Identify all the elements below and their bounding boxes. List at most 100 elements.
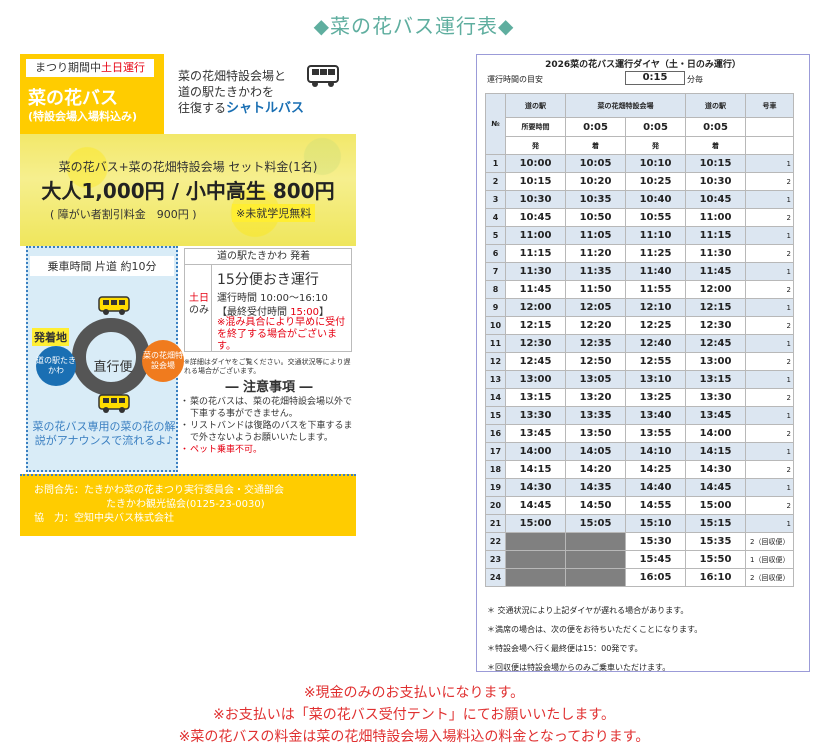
arrive-time: 13:45 <box>685 406 746 425</box>
bus-number: 1 <box>745 334 794 353</box>
flyer-title-block: まつり期間中土日運行 菜の花バス (特設会場入場料込み) <box>20 54 164 134</box>
table-row: 15 13:30 13:35 13:40 13:45 1 <box>485 406 794 425</box>
arrive-time: 12:00 <box>685 280 746 299</box>
arrive-time: 13:35 <box>565 406 626 425</box>
depart-time: 13:40 <box>625 406 686 425</box>
arrive-time: 12:15 <box>685 298 746 317</box>
bus-number: 2 <box>745 496 794 515</box>
ride-time: 乗車時間 片道 約10分 <box>30 256 174 276</box>
arrive-time: 10:30 <box>685 172 746 191</box>
arrive-time: 12:20 <box>565 316 626 335</box>
arrive-time: 10:50 <box>565 208 626 227</box>
depart-time: 10:30 <box>505 190 566 209</box>
arrive-time: 11:05 <box>565 226 626 245</box>
bus-number: 1 <box>745 406 794 425</box>
arrive-time: 12:50 <box>565 352 626 371</box>
table-row: 8 11:45 11:50 11:55 12:00 2 <box>485 280 794 299</box>
header-station-arrive: 道の駅 <box>685 93 746 118</box>
caution-title: ― 注意事項 ― <box>225 380 313 395</box>
no: 6 <box>485 244 506 263</box>
bus-number: 1 <box>745 514 794 533</box>
no: 3 <box>485 190 506 209</box>
table-row: 17 14:00 14:05 14:10 14:15 1 <box>485 442 794 461</box>
no: 24 <box>485 568 506 587</box>
depart-time: 11:55 <box>625 280 686 299</box>
arrive-time: 12:30 <box>685 316 746 335</box>
arrive-time: 10:20 <box>565 172 626 191</box>
set-price-label: 菜の花バス+菜の花畑特設会場 セット料金(1名) <box>58 160 318 174</box>
no: 17 <box>485 442 506 461</box>
origin-station: 道の駅たきかわ <box>36 346 76 386</box>
route-diagram: 乗車時間 片道 約10分 直行便 発着地 道の駅たきかわ 菜の花畑特設会場 菜の… <box>26 246 184 472</box>
depart-time: 14:25 <box>625 460 686 479</box>
divider <box>20 474 356 476</box>
depart-time: 15:10 <box>625 514 686 533</box>
no: 19 <box>485 478 506 497</box>
free-note: ※未就学児無料 <box>232 204 316 222</box>
interval-unit: 分毎 <box>687 75 703 84</box>
depart-time: 11:10 <box>625 226 686 245</box>
depart-time: 11:45 <box>505 280 566 299</box>
bus-icon <box>307 65 339 87</box>
no: 18 <box>485 460 506 479</box>
table-row: 6 11:15 11:20 11:25 11:30 2 <box>485 244 794 263</box>
arrive-time: 10:05 <box>565 154 626 173</box>
arrive-time: 14:30 <box>685 460 746 479</box>
bus-icon <box>98 296 130 315</box>
no-service-cell <box>505 532 566 551</box>
timetable-rows: 1 10:00 10:05 10:10 10:15 1 2 10:15 10:20 10:25 10… <box>485 154 794 587</box>
contact-footer: お問合先：たきかわ菜の花まつり実行委員会・交通部会 たきかわ観光協会(0125-… <box>20 474 356 536</box>
depart-time: 10:00 <box>505 154 566 173</box>
depart-time: 12:40 <box>625 334 686 353</box>
depart-time: 14:40 <box>625 478 686 497</box>
caution-item: リストバンドは復路のバスを下車するまで外さないようお願いいたします。 <box>180 420 356 444</box>
arrive-time: 14:05 <box>565 442 626 461</box>
festival-tag: まつり期間中土日運行 <box>26 59 154 77</box>
travel-time-row: 所要時間 0:05 0:05 0:05 <box>486 117 794 137</box>
schedule-heading: 道の駅たきかわ 発着 <box>185 249 351 265</box>
timetable-grid: № 道の駅 菜の花畑特設会場 道の駅 号車 所要時間 0:05 0:05 0:0… <box>485 93 794 587</box>
no: 20 <box>485 496 506 515</box>
no: 9 <box>485 298 506 317</box>
depart-time: 16:05 <box>625 568 686 587</box>
no: 14 <box>485 388 506 407</box>
no: 10 <box>485 316 506 335</box>
table-row-return: 23 15:45 15:50 1（回収便） <box>485 550 794 569</box>
timetable-notes: ＊ 交通状況により上記ダイヤが遅れる場合があります。 ＊満席の場合は、次の便をお… <box>487 601 702 677</box>
bus-number: 2（回収便） <box>745 568 794 587</box>
note-item: ＊ 交通状況により上記ダイヤが遅れる場合があります。 <box>487 606 689 615</box>
arrive-time: 15:05 <box>565 514 626 533</box>
divider <box>211 265 212 351</box>
arrive-time: 11:15 <box>685 226 746 245</box>
table-row: 12 12:45 12:50 12:55 13:00 2 <box>485 352 794 371</box>
early-close-warning: ※混み具合により早めに受付を終了する場合がございます。 <box>217 317 346 352</box>
bus-number: 1 <box>745 262 794 281</box>
arrive-time: 14:15 <box>685 442 746 461</box>
depart-time: 14:55 <box>625 496 686 515</box>
table-row: 4 10:45 10:50 10:55 11:00 2 <box>485 208 794 227</box>
bus-number: 2 <box>745 424 794 443</box>
bus-icon <box>98 394 130 413</box>
payment-note: ※菜の花バスの料金は菜の花畑特設会場入場料込の料金となっております。 <box>178 729 650 745</box>
destination-venue: 菜の花畑特設会場 <box>142 340 184 382</box>
table-row-return: 24 16:05 16:10 2（回収便） <box>485 568 794 587</box>
depart-time: 13:55 <box>625 424 686 443</box>
service-hours: 運行時間 10:00～16:10 <box>217 293 328 304</box>
arrive-time: 13:50 <box>565 424 626 443</box>
table-row: 13 13:00 13:05 13:10 13:15 1 <box>485 370 794 389</box>
table-row: 20 14:45 14:50 14:55 15:00 2 <box>485 496 794 515</box>
depart-time: 14:00 <box>505 442 566 461</box>
last-reception: 【最終受付時間 15:00】 <box>217 307 330 318</box>
contact-line: 協 力：空知中央バス株式会社 <box>34 513 174 524</box>
bus-number: 1 <box>745 442 794 461</box>
payment-note: ※現金のみのお支払いになります。 <box>303 685 525 701</box>
bus-description: 菜の花畑特設会場と 道の駅たきかわを 往復するシャトルバス <box>178 69 305 116</box>
arrive-time: 10:45 <box>685 190 746 209</box>
table-header: № 道の駅 菜の花畑特設会場 道の駅 号車 <box>485 93 794 155</box>
bus-number: 1 <box>745 226 794 245</box>
depart-time: 10:55 <box>625 208 686 227</box>
depart-time: 14:30 <box>505 478 566 497</box>
no: 4 <box>485 208 506 227</box>
note-item: ＊特設会場へ行く最終便は15：00発です。 <box>487 644 643 653</box>
depart-time: 12:10 <box>625 298 686 317</box>
